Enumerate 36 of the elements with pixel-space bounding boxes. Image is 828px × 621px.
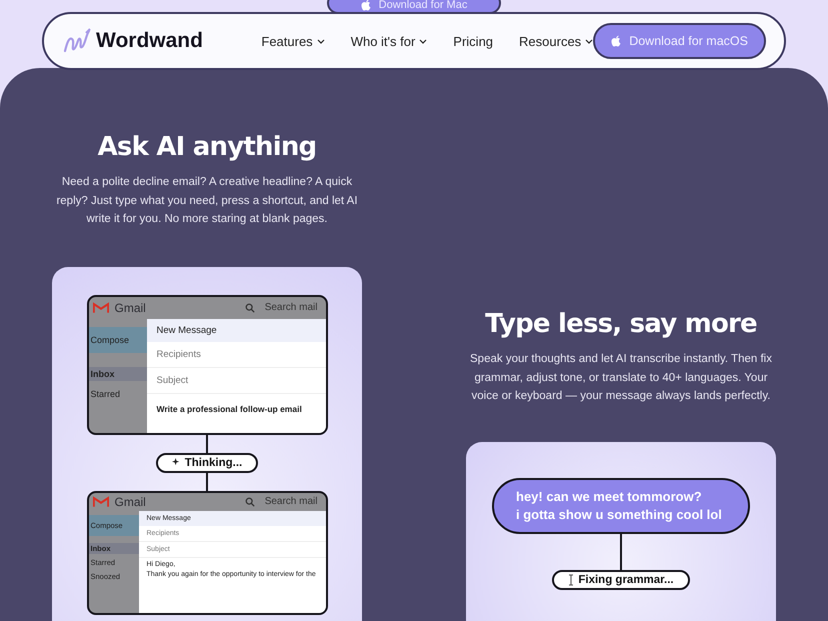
search-field[interactable]: Search mail — [244, 302, 318, 313]
search-icon — [244, 302, 255, 312]
section-description: Need a polite decline email? A creative headline? A quick reply? Just type what you need, press a shortcut, and let AI write it for you. No more staring at blank pages. — [55, 175, 359, 227]
apple-icon — [360, 0, 371, 11]
nav-link[interactable]: Pricing — [453, 34, 494, 48]
mail-sidebar-item: Starred — [90, 388, 122, 400]
apple-icon — [611, 35, 622, 47]
message-line: i gotta show u something cool lol — [516, 506, 722, 524]
chevron-down-icon — [419, 38, 428, 44]
mail-sidebar-item: Inbox — [88, 366, 146, 380]
sparkle-icon — [172, 458, 181, 467]
section-heading: Type less, say more — [485, 308, 757, 340]
compose-body-text: Write a professional follow-up email — [156, 402, 303, 414]
app-name: Gmail — [114, 300, 146, 314]
nav-link[interactable]: Who it's for — [350, 34, 428, 48]
mail-logo-icon — [92, 496, 108, 508]
nav-link[interactable]: Features — [261, 34, 325, 48]
text-cursor-icon — [568, 574, 574, 586]
nav-link[interactable]: Resources — [519, 34, 594, 48]
mail-logo-icon — [92, 302, 108, 314]
message-line: hey! can we meet tommorow? — [516, 488, 702, 506]
compose-field: Recipients — [146, 342, 326, 368]
compose-field: Subject — [146, 368, 326, 394]
brand-name[interactable]: Wordwand — [96, 29, 203, 53]
chevron-down-icon — [316, 38, 325, 44]
search-icon — [244, 496, 255, 506]
compose-title: New Message — [146, 318, 326, 342]
status-pill: Fixing grammar... — [552, 570, 690, 590]
section-description: Speak your thoughts and let AI transcribe instantly. Then fix grammar, adjust tone, or translate to 40+ languages. Your voice or keyboard — your message always lands perfectly. — [469, 352, 773, 404]
wand-logo-icon — [62, 27, 92, 55]
status-pill: Thinking... — [156, 452, 258, 472]
chevron-down-icon — [585, 38, 594, 44]
mail-sidebar-item: Compose — [88, 326, 146, 352]
section-heading: Ask AI anything — [98, 131, 316, 163]
app-name: Gmail — [114, 494, 146, 508]
search-field[interactable]: Search mail — [244, 496, 318, 507]
